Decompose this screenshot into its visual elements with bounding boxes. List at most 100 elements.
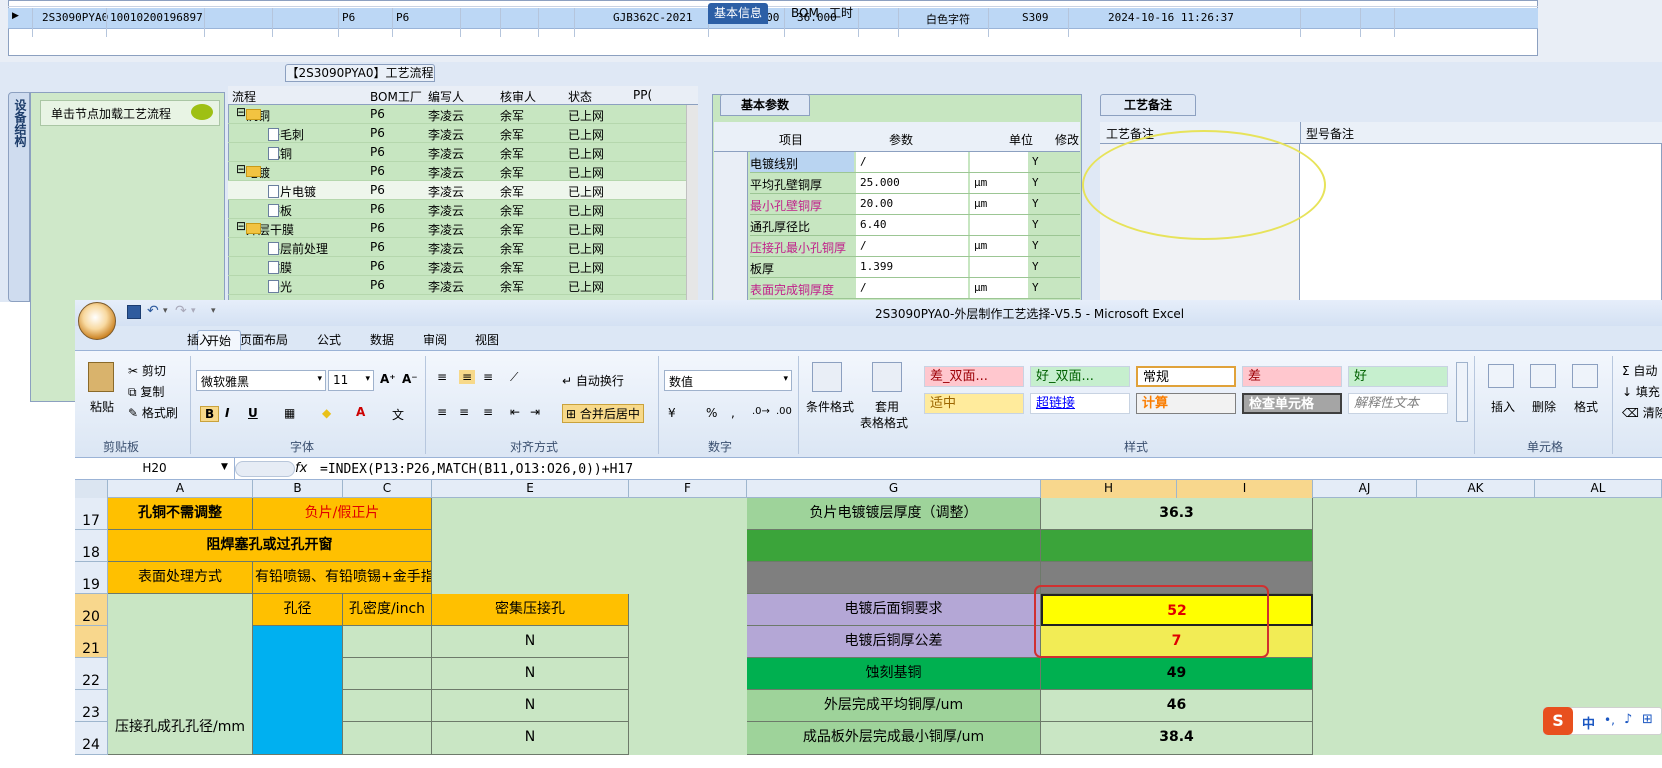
cell-h22[interactable]: 49	[1041, 658, 1313, 690]
column-header[interactable]: C	[343, 480, 432, 498]
param-value-cell[interactable]	[856, 152, 968, 172]
cell-style-option[interactable]: 解释性文本	[1348, 393, 1448, 414]
tab-hours[interactable]: 工时	[823, 3, 859, 24]
tab-view[interactable]: 视图	[475, 330, 499, 350]
cell-h17[interactable]: 36.3	[1041, 498, 1313, 530]
tab-insert[interactable]: 插入	[187, 330, 211, 350]
cell-b21-merged[interactable]	[253, 626, 343, 755]
redo-icon[interactable]: ↷	[175, 303, 187, 319]
align-bottom-icon[interactable]: ≡	[483, 370, 493, 384]
column-header[interactable]: F	[629, 480, 747, 498]
column-header[interactable]: AL	[1535, 480, 1662, 498]
cell-g19[interactable]	[747, 562, 1041, 594]
cut-button[interactable]: ✂ 剪切	[128, 362, 166, 379]
align-center-icon[interactable]: ≡	[459, 405, 469, 419]
row-header[interactable]: 19	[75, 562, 108, 594]
tab-bom[interactable]: BOM	[785, 3, 825, 24]
column-header[interactable]: AK	[1417, 480, 1535, 498]
flow-row[interactable]: 外层干膜 ⊟ P6 李凌云 余军 已上网	[228, 219, 686, 238]
col-header-model-note[interactable]: 型号备注	[1306, 125, 1354, 142]
align-middle-icon[interactable]: ≡	[459, 370, 476, 384]
insert-cells-icon[interactable]	[1488, 364, 1514, 388]
column-header[interactable]: AJ	[1313, 480, 1417, 498]
cell-style-option[interactable]: 超链接	[1030, 393, 1130, 414]
cell-h23[interactable]: 46	[1041, 690, 1313, 722]
cell-style-option[interactable]: 适中	[924, 393, 1024, 414]
flow-row[interactable]: 电镀⊟ P6 李凌云 余军 已上网	[228, 162, 686, 181]
flow-row[interactable]: 曝光 P6 李凌云 余军 已上网	[228, 276, 686, 295]
param-value-cell[interactable]	[856, 236, 968, 256]
collapse-icon[interactable]: ⊟	[236, 105, 246, 119]
flow-row[interactable]: 贴膜 P6 李凌云 余军 已上网	[228, 257, 686, 276]
row-header[interactable]: 20	[75, 594, 108, 626]
number-format-select[interactable]: 数值 ▾	[664, 370, 792, 391]
cell-a18[interactable]: 阻焊塞孔或过孔开窗	[108, 530, 432, 562]
side-tab-device[interactable]: 设备结构	[8, 92, 30, 302]
param-row[interactable]: ▶电镀线别/Y	[718, 152, 1080, 173]
col-header-pp[interactable]: PP(	[633, 88, 652, 102]
col-header-flow[interactable]: 流程	[232, 88, 256, 105]
cell-style-option[interactable]: 差_双面...	[924, 366, 1024, 387]
grow-font-icon[interactable]: A⁺	[380, 372, 396, 386]
fx-icon[interactable]: fx	[295, 461, 307, 476]
cell-g20[interactable]: 电镀后面铜要求	[747, 594, 1041, 626]
format-painter-button[interactable]: ✎ 格式刷	[128, 404, 178, 421]
bold-button[interactable]: B	[200, 406, 220, 422]
shrink-font-icon[interactable]: A⁻	[402, 372, 418, 386]
col-header-reviewer[interactable]: 核审人	[500, 88, 536, 105]
merge-center-button[interactable]: ⊞ 合并后居中	[562, 404, 644, 423]
flow-row[interactable]: 沉铜⊟ P6 李凌云 余军 已上网	[228, 105, 686, 124]
collapse-icon[interactable]: ⊟	[236, 219, 246, 233]
param-row[interactable]: 平均孔壁铜厚 25.000 μm Y	[750, 173, 1080, 194]
undo-icon[interactable]: ↶	[147, 303, 159, 319]
tab-process-notes[interactable]: 工艺备注	[1100, 94, 1196, 116]
row-header[interactable]: 24	[75, 722, 108, 755]
cell-g17[interactable]: 负片电镀镀层厚度（调整）	[747, 498, 1041, 530]
cell-e21[interactable]: N	[432, 626, 629, 658]
sogou-icon[interactable]: S	[1543, 707, 1573, 735]
ime-lang[interactable]: 中	[1582, 713, 1595, 732]
cell-a19[interactable]: 表面处理方式	[108, 562, 253, 594]
param-row[interactable]: 板厚 1.399 Y	[750, 257, 1080, 278]
param-row[interactable]: 表面完成铜厚度 / μm Y	[750, 278, 1080, 299]
cell-g18[interactable]	[747, 530, 1041, 562]
tab-basic-info[interactable]: 基本信息	[708, 3, 769, 24]
delete-button[interactable]: 删除	[1532, 398, 1556, 415]
border-icon[interactable]: ▦	[284, 406, 295, 420]
collapse-icon[interactable]: ⊟	[236, 162, 246, 176]
formula-bar-handle[interactable]	[235, 461, 295, 477]
comma-button[interactable]: ,	[731, 406, 735, 420]
qat-customize-icon[interactable]: ▾	[211, 306, 216, 316]
table-format-icon[interactable]	[872, 362, 902, 392]
param-row[interactable]: 通孔厚径比 6.40 Y	[750, 215, 1080, 236]
cell-c20[interactable]: 孔密度/inch	[343, 594, 432, 626]
flow-row[interactable]: 外层前处理 P6 李凌云 余军 已上网	[228, 238, 686, 257]
flow-row[interactable]: 沉铜 P6 李凌云 余军 已上网	[228, 143, 686, 162]
tab-formulas[interactable]: 公式	[317, 330, 341, 350]
tab-basic-params[interactable]: 基本参数	[720, 94, 810, 116]
cell-c21[interactable]	[343, 626, 432, 658]
font-name-select[interactable]: 微软雅黑 ▾	[196, 370, 326, 391]
cell-bc19[interactable]: 有铅喷锡、有铅喷锡+金手指	[253, 562, 432, 594]
cell-h24[interactable]: 38.4	[1041, 722, 1313, 755]
conditional-format-button[interactable]: 条件格式	[806, 398, 854, 415]
column-header[interactable]: I	[1177, 480, 1313, 498]
column-header[interactable]: E	[432, 480, 629, 498]
align-top-icon[interactable]: ≡	[437, 370, 447, 384]
cell-g22[interactable]: 蚀刻基铜	[747, 658, 1041, 690]
cell-bc17[interactable]: 负片/假正片	[253, 498, 432, 530]
font-color-icon[interactable]: A	[356, 405, 365, 419]
cell-style-option[interactable]: 检查单元格	[1242, 393, 1342, 414]
indent-icon[interactable]: ⇥	[530, 405, 540, 419]
clear-button[interactable]: ⌫ 清除	[1622, 404, 1662, 421]
cell-a20-merged[interactable]: 压接孔成孔孔径/mm	[108, 594, 253, 755]
cell-b20[interactable]: 孔径	[253, 594, 343, 626]
underline-button[interactable]: U	[248, 406, 258, 420]
formula-input[interactable]: =INDEX(P13:P26,MATCH(B11,O13:O26,0))+H17	[320, 462, 633, 477]
name-box[interactable]: H20	[75, 458, 235, 480]
col-header-param[interactable]: 参数	[889, 131, 913, 148]
unit-cell[interactable]	[970, 152, 1028, 172]
cell-style-option[interactable]: 好	[1348, 366, 1448, 387]
cell-style-option[interactable]: 常规	[1136, 366, 1236, 387]
table-row-prev[interactable]	[8, 0, 1538, 7]
